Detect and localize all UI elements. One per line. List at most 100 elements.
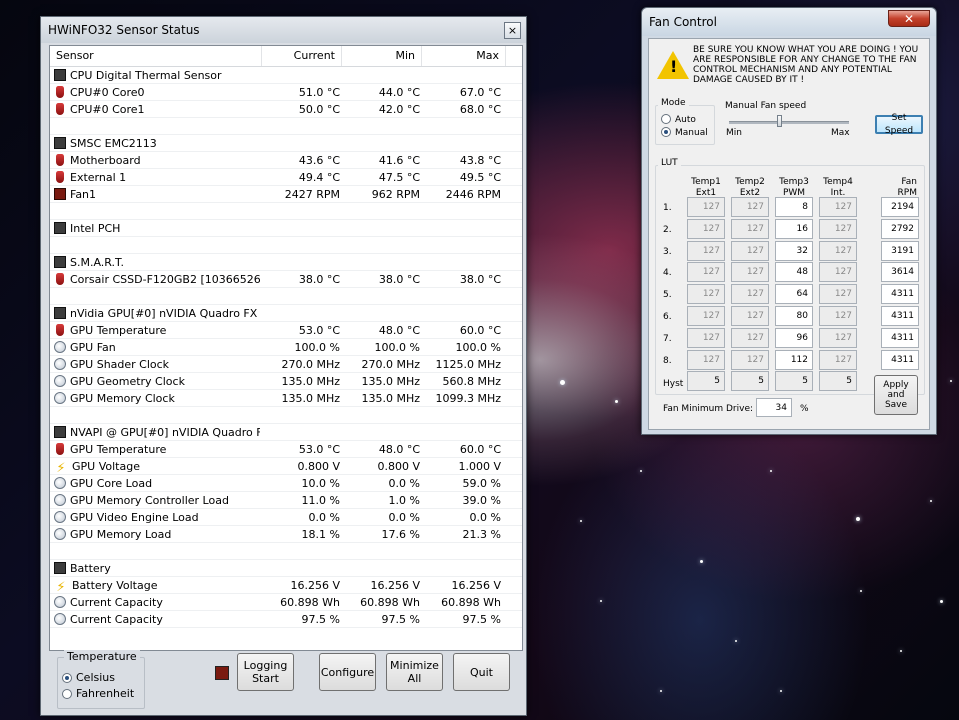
lut-fan-rpm-input[interactable]: 4311 [881,306,919,326]
lut-temp-input[interactable]: 16 [775,218,813,239]
sensor-group-row[interactable]: CPU Digital Thermal Sensor [50,67,522,84]
lut-temp-input[interactable]: 32 [775,240,813,261]
sensor-group-row[interactable]: nVidia GPU[#0] nVIDIA Quadro FX 1... [50,305,522,322]
lightning-icon: ⚡ [56,461,66,475]
sensor-row[interactable]: CPU#0 Core1 50.0 °C 42.0 °C 68.0 °C [50,101,522,118]
sensor-group-row[interactable]: Battery [50,560,522,577]
lut-fan-rpm-input[interactable]: 3191 [881,240,919,261]
sensor-row[interactable]: GPU Fan 100.0 % 100.0 % 100.0 % [50,339,522,356]
sensor-row[interactable]: GPU Memory Clock 135.0 MHz 135.0 MHz 1099.3… [50,390,522,407]
radio-selected-icon [62,673,72,683]
set-speed-button[interactable]: Set Speed [875,113,923,136]
sensor-row[interactable]: GPU Video Engine Load 0.0 % 0.0 % 0.0 % [50,509,522,526]
current-value: 0.800 V [297,460,340,473]
column-header-current[interactable]: Current [262,46,342,66]
configure-button[interactable]: Configure [319,653,376,691]
close-button[interactable]: ✕ [888,10,930,27]
lut-temp-input: 127 [819,197,857,217]
fan-icon [54,188,66,200]
lut-label: LUT [658,158,681,168]
gauge-icon [54,613,66,625]
star [856,517,860,521]
apply-and-save-button[interactable]: Apply and Save [874,375,918,415]
sensor-row[interactable]: Corsair CSSD-F120GB2 [103665263... 38.0 °… [50,271,522,288]
lut-temp-input[interactable]: 112 [775,349,813,370]
lut-fan-rpm-input[interactable]: 4311 [881,327,919,348]
sensor-name-text: Motherboard [70,154,141,167]
sensor-row[interactable]: Current Capacity 97.5 % 97.5 % 97.5 % [50,611,522,628]
mode-manual-radio[interactable]: Manual [661,127,708,138]
sensor-group-row[interactable]: SMSC EMC2113 [50,135,522,152]
thermometer-icon [56,86,64,98]
min-value: 270.0 MHz [361,358,420,371]
sensor-name: GPU Shader Clock [54,356,260,373]
logging-start-button[interactable]: Logging Start [237,653,294,691]
mode-auto-radio[interactable]: Auto [661,114,696,125]
lut-temp-input[interactable]: 48 [775,262,813,283]
lut-fan-rpm-input[interactable]: 2792 [881,218,919,239]
sensor-name: Current Capacity [54,611,260,628]
lut-temp-input[interactable]: 64 [775,284,813,305]
lut-fan-rpm-input[interactable]: 3614 [881,262,919,283]
sensor-name-text: Intel PCH [70,222,121,235]
sensor-row[interactable]: GPU Temperature 53.0 °C 48.0 °C 60.0 °C [50,441,522,458]
sensor-name: GPU Memory Clock [54,390,260,407]
warning-text: BE SURE YOU KNOW WHAT YOU ARE DOING ! YO… [693,45,919,85]
hyst-input[interactable]: 5 [687,371,725,391]
hwinfo-titlebar[interactable]: HWiNFO32 Sensor Status × [41,17,526,43]
sensor-row[interactable]: GPU Core Load 10.0 % 0.0 % 59.0 % [50,475,522,492]
celsius-radio[interactable]: Celsius [62,671,115,684]
sensor-group-row[interactable]: Intel PCH [50,220,522,237]
sensor-name-text: External 1 [70,171,127,184]
gauge-icon [54,392,66,404]
lut-temp-input[interactable]: 8 [775,197,813,217]
sensor-group-row[interactable]: NVAPI @ GPU[#0] nVIDIA Quadro F... [50,424,522,441]
sensor-row[interactable]: CPU#0 Core0 51.0 °C 44.0 °C 67.0 °C [50,84,522,101]
star [950,380,952,382]
fan-speed-slider-thumb[interactable] [777,115,783,127]
close-button[interactable]: × [504,22,521,39]
mode-auto-label: Auto [675,115,696,125]
sensor-row[interactable]: GPU Memory Load 18.1 % 17.6 % 21.3 % [50,526,522,543]
sensor-group-row[interactable]: S.M.A.R.T. [50,254,522,271]
blank-row [50,407,522,424]
hwinfo-sensor-window: HWiNFO32 Sensor Status × Sensor Current … [40,16,527,716]
current-value: 51.0 °C [298,86,340,99]
sensor-row[interactable]: GPU Shader Clock 270.0 MHz 270.0 MHz 1125.0… [50,356,522,373]
sensor-row[interactable]: GPU Geometry Clock 135.0 MHz 135.0 MHz 560.… [50,373,522,390]
hyst-input[interactable]: 5 [819,371,857,391]
sensor-name-text: S.M.A.R.T. [70,256,124,269]
radio-unselected-icon [661,114,671,124]
sensor-name: GPU Geometry Clock [54,373,260,390]
sensor-row[interactable]: Fan1 2427 RPM 962 RPM 2446 RPM [50,186,522,203]
column-header-max[interactable]: Max [422,46,506,66]
sensor-name: GPU Memory Controller Load [54,492,260,509]
sensor-name: CPU Digital Thermal Sensor [54,67,260,84]
sensor-row[interactable]: ⚡ GPU Voltage 0.800 V 0.800 V 1.000 V [50,458,522,475]
lut-fan-rpm-input[interactable]: 4311 [881,349,919,370]
lut-temp-input[interactable]: 80 [775,306,813,326]
sensor-row[interactable]: External 1 49.4 °C 47.5 °C 49.5 °C [50,169,522,186]
sensor-row[interactable]: ⚡ Battery Voltage 16.256 V 16.256 V 16.256 V [50,577,522,594]
fan-speed-slider-track[interactable] [729,121,849,124]
column-header-sensor[interactable]: Sensor [50,46,262,66]
quit-button[interactable]: Quit [453,653,510,691]
sensor-row[interactable]: Current Capacity 60.898 Wh 60.898 Wh 60.898… [50,594,522,611]
hyst-input[interactable]: 5 [775,371,813,391]
lut-temp-input: 127 [731,349,769,370]
lut-row-index: 6. [663,312,672,322]
fan-control-titlebar[interactable]: Fan Control ✕ [642,8,936,36]
fan-minimum-drive-input[interactable]: 34 [756,398,792,417]
column-header-min[interactable]: Min [342,46,422,66]
lut-fan-rpm-input[interactable]: 2194 [881,197,919,217]
sensor-row[interactable]: Motherboard 43.6 °C 41.6 °C 43.8 °C [50,152,522,169]
fahrenheit-radio[interactable]: Fahrenheit [62,687,134,700]
lut-temp-input[interactable]: 96 [775,327,813,348]
lut-fan-rpm-input[interactable]: 4311 [881,284,919,305]
hyst-input[interactable]: 5 [731,371,769,391]
minimize-all-button[interactable]: Minimize All [386,653,443,691]
star [600,600,602,602]
sensor-row[interactable]: GPU Memory Controller Load 11.0 % 1.0 % 39.… [50,492,522,509]
max-value: 1.000 V [458,460,501,473]
sensor-row[interactable]: GPU Temperature 53.0 °C 48.0 °C 60.0 °C [50,322,522,339]
